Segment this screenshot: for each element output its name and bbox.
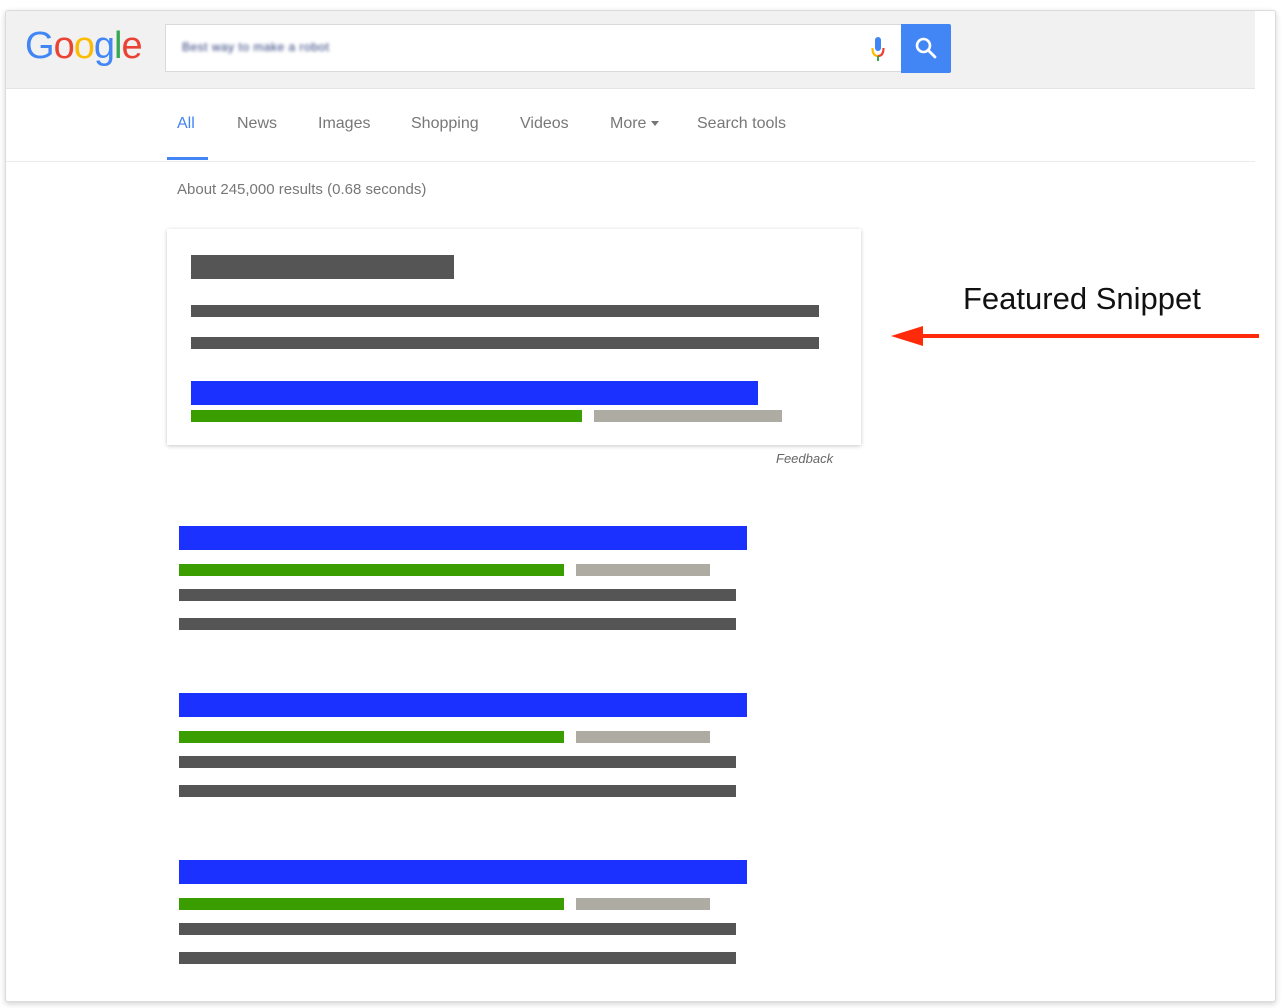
result-title-link[interactable] bbox=[179, 693, 747, 717]
tab-shopping[interactable]: Shopping bbox=[411, 115, 479, 133]
snippet-meta bbox=[594, 410, 782, 422]
result-url bbox=[179, 731, 564, 743]
browser-page: Google Best way to make a robot All News… bbox=[5, 10, 1276, 1002]
tab-news[interactable]: News bbox=[237, 115, 277, 133]
result-snippet-line bbox=[179, 785, 736, 797]
microphone-icon[interactable] bbox=[871, 37, 885, 63]
result-snippet-line bbox=[179, 618, 736, 630]
featured-snippet-annotation: Featured Snippet bbox=[963, 281, 1201, 316]
result-title-link[interactable] bbox=[179, 860, 747, 884]
result-url bbox=[179, 898, 564, 910]
caret-down-icon bbox=[651, 121, 660, 127]
result-meta bbox=[576, 564, 710, 576]
tab-images[interactable]: Images bbox=[318, 115, 370, 133]
logo-letter: G bbox=[25, 25, 55, 67]
snippet-heading-placeholder bbox=[191, 255, 454, 279]
magnifier-icon bbox=[915, 37, 937, 59]
result-snippet-line bbox=[179, 589, 736, 601]
logo-letter: o bbox=[53, 25, 75, 67]
snippet-text-line bbox=[191, 305, 819, 317]
active-tab-indicator bbox=[167, 157, 208, 160]
tab-search-tools[interactable]: Search tools bbox=[697, 115, 786, 133]
logo-letter: g bbox=[93, 25, 115, 67]
result-meta bbox=[576, 898, 710, 910]
result-snippet-line bbox=[179, 952, 736, 964]
snippet-text-line bbox=[191, 337, 819, 349]
tab-more-label: More bbox=[610, 115, 647, 132]
featured-snippet-card bbox=[167, 229, 861, 445]
snippet-title-link[interactable] bbox=[191, 381, 758, 405]
red-arrow-icon bbox=[891, 326, 1259, 346]
logo-letter: l bbox=[113, 25, 123, 67]
search-input[interactable]: Best way to make a robot bbox=[165, 24, 901, 72]
snippet-url bbox=[191, 410, 582, 422]
tab-all[interactable]: All bbox=[177, 115, 195, 133]
tab-videos[interactable]: Videos bbox=[520, 115, 569, 133]
result-snippet-line bbox=[179, 923, 736, 935]
search-button[interactable] bbox=[901, 24, 951, 73]
result-url bbox=[179, 564, 564, 576]
google-logo[interactable]: Google bbox=[25, 25, 143, 68]
logo-letter: e bbox=[121, 25, 142, 67]
result-stats: About 245,000 results (0.68 seconds) bbox=[177, 181, 427, 198]
result-meta bbox=[576, 731, 710, 743]
search-query-text: Best way to make a robot bbox=[182, 40, 330, 54]
search-header: Google Best way to make a robot bbox=[6, 11, 1255, 89]
logo-letter: o bbox=[73, 25, 95, 67]
tabs-divider bbox=[6, 161, 1255, 162]
result-snippet-line bbox=[179, 756, 736, 768]
feedback-link[interactable]: Feedback bbox=[776, 451, 833, 466]
result-title-link[interactable] bbox=[179, 526, 747, 550]
tab-more[interactable]: More bbox=[610, 115, 660, 133]
